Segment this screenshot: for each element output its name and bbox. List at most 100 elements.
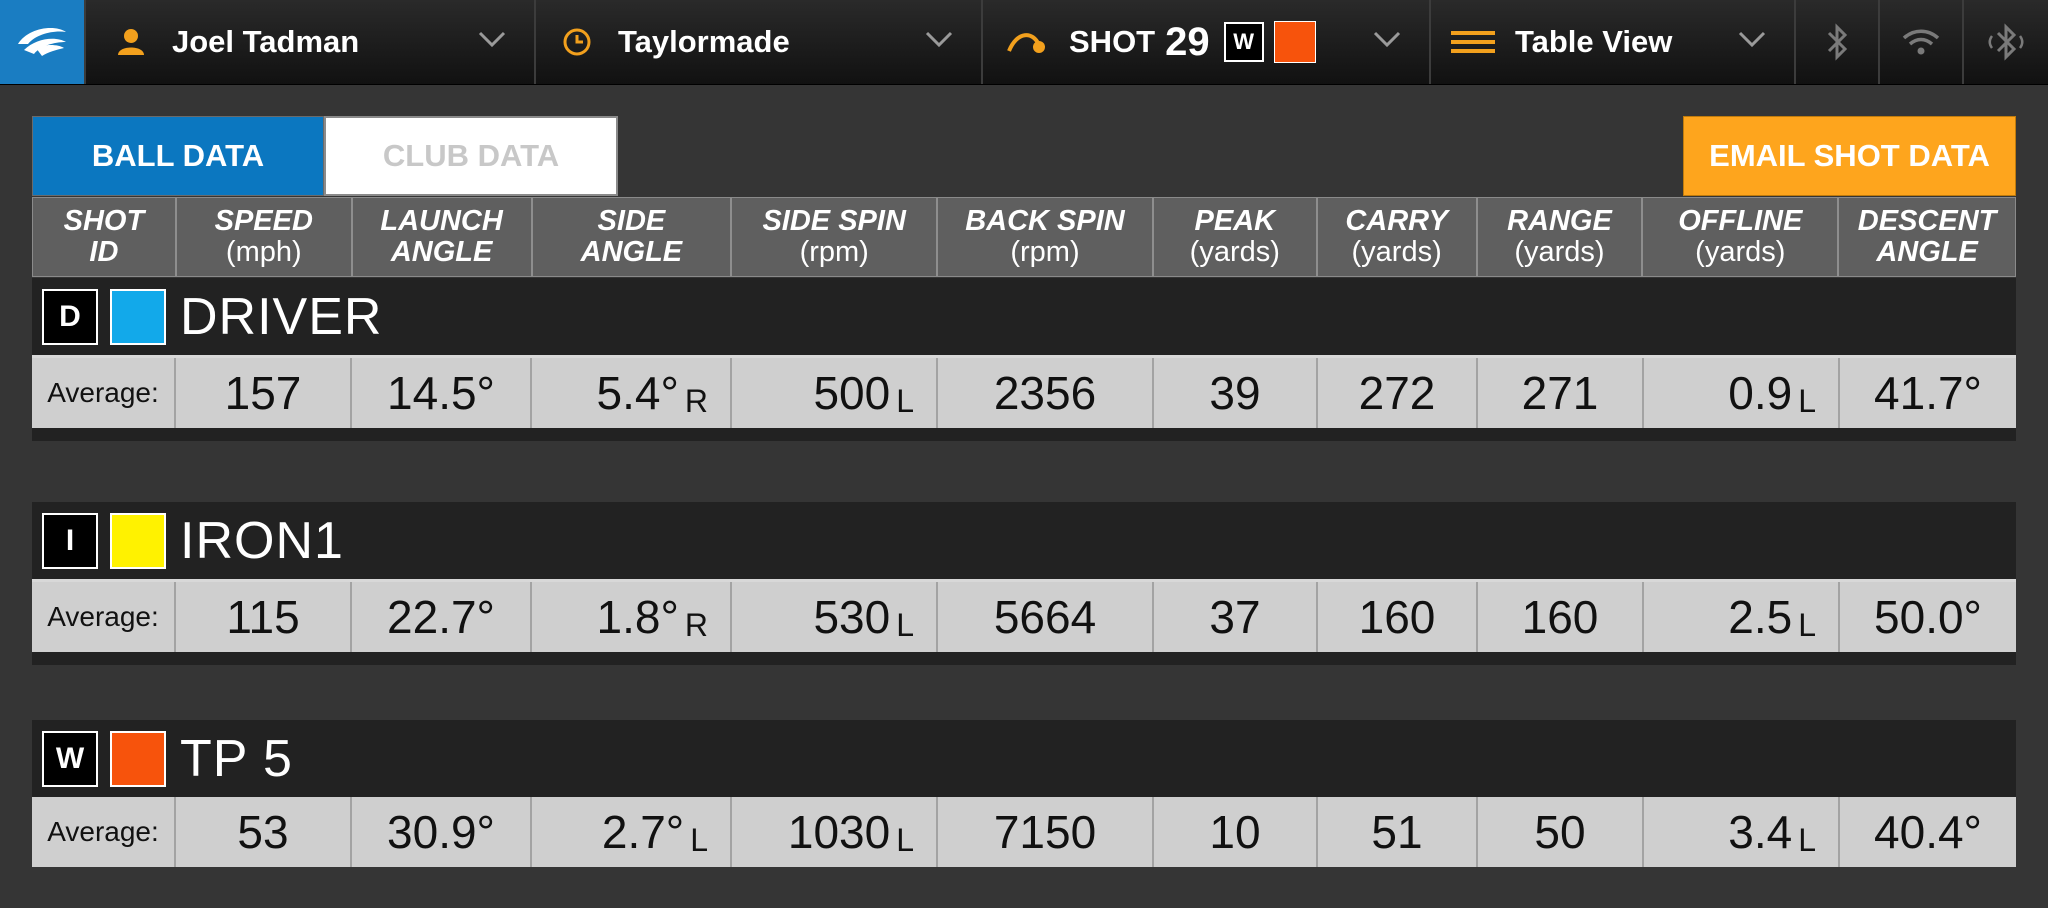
side-spin-value: 500 bbox=[813, 367, 891, 419]
column-title: SPEED bbox=[214, 205, 313, 237]
column-title: RANGE bbox=[1507, 205, 1612, 237]
wifi-icon bbox=[1902, 29, 1940, 55]
bluetooth-icon bbox=[1827, 23, 1848, 61]
view-selector[interactable]: Table View bbox=[1429, 0, 1794, 84]
launch-angle-value: 22.7° bbox=[352, 582, 532, 652]
email-shot-data-button[interactable]: EMAIL SHOT DATA bbox=[1683, 116, 2016, 196]
table-row[interactable]: Average: 53 30.9° 2.7° L 1030 L 7150 10 51… bbox=[32, 797, 2016, 867]
range-value: 50 bbox=[1478, 797, 1644, 867]
bluetooth-signal-button[interactable] bbox=[1962, 0, 2048, 84]
shot-club-id-badge: W bbox=[1223, 22, 1264, 62]
column-header-descent-angle[interactable]: DESCENT ANGLE bbox=[1839, 198, 2015, 276]
column-header-range[interactable]: RANGE (yards) bbox=[1478, 198, 1644, 276]
column-title: DESCENT bbox=[1857, 205, 1997, 237]
column-header-offline[interactable]: OFFLINE (yards) bbox=[1643, 198, 1840, 276]
column-title: BACK SPIN bbox=[965, 205, 1125, 237]
column-unit: ANGLE bbox=[580, 236, 683, 268]
side-angle-direction: R bbox=[684, 606, 708, 643]
bluetooth-signal-icon bbox=[1988, 23, 2024, 61]
carry-value: 272 bbox=[1318, 358, 1478, 428]
offline-cell: 0.9 L bbox=[1644, 358, 1840, 428]
user-icon bbox=[118, 29, 144, 55]
column-header-shot-id[interactable]: SHOT ID bbox=[33, 198, 177, 276]
shot-selector[interactable]: SHOT 29 W bbox=[981, 0, 1429, 84]
descent-angle-value: 41.7° bbox=[1874, 367, 1982, 419]
shot-club-color-swatch bbox=[1273, 21, 1316, 63]
launch-angle-value: 14.5° bbox=[352, 358, 532, 428]
table-row[interactable]: Average: 115 22.7° 1.8° R 530 L 5664 37 16… bbox=[32, 582, 2016, 652]
player-selector[interactable]: Joel Tadman bbox=[84, 0, 534, 84]
column-unit: (yards) bbox=[1351, 236, 1442, 268]
column-header-speed[interactable]: SPEED (mph) bbox=[177, 198, 353, 276]
player-name: Joel Tadman bbox=[172, 24, 360, 59]
club-group-header[interactable]: I IRON1 bbox=[32, 502, 2016, 582]
tab-ball-data[interactable]: BALL DATA bbox=[32, 116, 324, 196]
speed-value: 53 bbox=[176, 797, 352, 867]
column-header-back-spin[interactable]: BACK SPIN (rpm) bbox=[938, 198, 1154, 276]
average-label: Average: bbox=[32, 582, 176, 652]
view-name: Table View bbox=[1515, 24, 1673, 59]
column-unit: (yards) bbox=[1695, 236, 1786, 268]
club-name: DRIVER bbox=[180, 287, 383, 346]
column-unit: ID bbox=[89, 236, 119, 268]
offline-cell: 3.4 L bbox=[1644, 797, 1840, 867]
column-unit: (mph) bbox=[225, 236, 302, 268]
side-angle-cell: 2.7° L bbox=[532, 797, 732, 867]
tab-club-data[interactable]: CLUB DATA bbox=[324, 116, 618, 196]
club-color-swatch bbox=[110, 288, 166, 345]
group-divider bbox=[32, 652, 2016, 665]
side-spin-value: 530 bbox=[813, 591, 891, 643]
column-header-side-angle[interactable]: SIDE ANGLE bbox=[533, 198, 733, 276]
bluetooth-button[interactable] bbox=[1794, 0, 1878, 84]
column-title: SIDE bbox=[597, 205, 666, 237]
top-bar: Joel Tadman Taylormade SHOT 29 W Table V… bbox=[0, 0, 2048, 85]
table-row[interactable]: Average: 157 14.5° 5.4° R 500 L 2356 39 27… bbox=[32, 358, 2016, 428]
column-title: SHOT bbox=[63, 205, 145, 237]
column-unit: ANGLE bbox=[1876, 236, 1978, 268]
offline-value: 0.9 bbox=[1728, 367, 1793, 419]
chevron-down-icon bbox=[925, 31, 953, 48]
chevron-down-icon bbox=[1373, 31, 1401, 48]
table-header-row: SHOT ID SPEED (mph) LAUNCH ANGLE SIDE AN… bbox=[32, 197, 2016, 277]
clock-icon bbox=[563, 28, 591, 56]
column-header-launch-angle[interactable]: LAUNCH ANGLE bbox=[353, 198, 533, 276]
club-id-badge: I bbox=[42, 512, 98, 569]
side-spin-cell: 530 L bbox=[732, 582, 938, 652]
club-id-badge: W bbox=[42, 730, 98, 787]
descent-angle-value: 40.4° bbox=[1874, 806, 1982, 858]
launch-angle-value: 30.9° bbox=[352, 797, 532, 867]
club-id-badge: D bbox=[42, 288, 98, 345]
side-angle-cell: 5.4° R bbox=[532, 358, 732, 428]
peak-value: 37 bbox=[1154, 582, 1318, 652]
back-spin-value: 2356 bbox=[938, 358, 1154, 428]
app-logo[interactable] bbox=[0, 0, 84, 84]
group-divider bbox=[32, 428, 2016, 441]
carry-value: 160 bbox=[1318, 582, 1478, 652]
column-unit: (rpm) bbox=[799, 236, 869, 268]
column-unit: ANGLE bbox=[390, 236, 493, 268]
chevron-down-icon bbox=[1738, 31, 1766, 48]
offline-direction: L bbox=[1798, 382, 1816, 419]
side-spin-direction: L bbox=[896, 382, 914, 419]
club-group-header[interactable]: W TP 5 bbox=[32, 720, 2016, 800]
club-group-header[interactable]: D DRIVER bbox=[32, 278, 2016, 358]
side-spin-direction: L bbox=[896, 606, 914, 643]
column-header-carry[interactable]: CARRY (yards) bbox=[1318, 198, 1478, 276]
shot-number: 29 bbox=[1165, 19, 1210, 64]
column-unit: (rpm) bbox=[1010, 236, 1080, 268]
side-angle-direction: R bbox=[684, 382, 708, 419]
offline-direction: L bbox=[1798, 606, 1816, 643]
column-header-peak[interactable]: PEAK (yards) bbox=[1154, 198, 1318, 276]
side-angle-value: 2.7° bbox=[601, 806, 685, 858]
side-spin-cell: 500 L bbox=[732, 358, 938, 428]
column-title: PEAK bbox=[1194, 205, 1276, 237]
wifi-button[interactable] bbox=[1878, 0, 1962, 84]
side-angle-cell: 1.8° R bbox=[532, 582, 732, 652]
session-selector[interactable]: Taylormade bbox=[534, 0, 981, 84]
column-header-side-spin[interactable]: SIDE SPIN (rpm) bbox=[732, 198, 939, 276]
club-name: IRON1 bbox=[180, 511, 344, 570]
offline-direction: L bbox=[1798, 821, 1816, 858]
offline-cell: 2.5 L bbox=[1644, 582, 1840, 652]
range-value: 271 bbox=[1478, 358, 1644, 428]
side-angle-direction: L bbox=[690, 821, 708, 858]
